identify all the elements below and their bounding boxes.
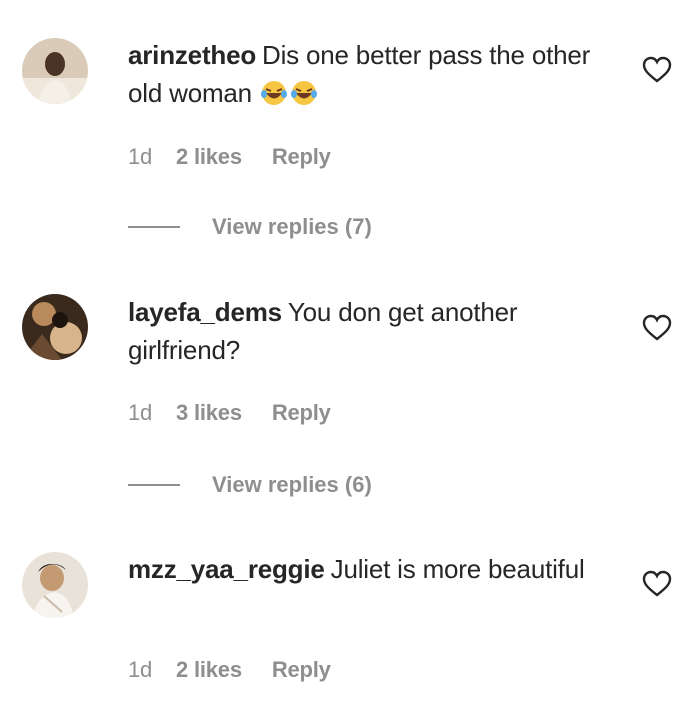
comment-time: 1d	[128, 144, 153, 169]
view-replies-label: View replies (6)	[212, 472, 372, 497]
likes-count[interactable]: 2 likes	[176, 144, 242, 169]
likes-count[interactable]: 2 likes	[176, 657, 242, 682]
comment-text: mzz_yaa_reggie Juliet is more beautiful	[128, 550, 608, 588]
comment-body: Juliet is more beautiful	[330, 554, 585, 584]
comment-meta: 1d 2 likes Reply	[128, 144, 355, 170]
view-replies-button[interactable]: View replies (7)	[128, 214, 372, 240]
reply-button[interactable]: Reply	[272, 400, 331, 425]
heart-icon[interactable]	[642, 314, 672, 342]
heart-icon[interactable]	[642, 570, 672, 598]
comment-meta: 1d 3 likes Reply	[128, 400, 355, 426]
laughing-emoji-icon	[289, 78, 319, 116]
comment-username[interactable]: layefa_dems	[128, 297, 282, 327]
laughing-emoji-icon	[259, 78, 289, 116]
likes-count[interactable]: 3 likes	[176, 400, 242, 425]
comment-time: 1d	[128, 400, 153, 425]
heart-icon[interactable]	[642, 56, 672, 84]
divider-line	[128, 226, 180, 228]
comment-meta: 1d 2 likes Reply	[128, 657, 355, 683]
comment-text: arinzetheo Dis one better pass the other …	[128, 36, 608, 116]
view-replies-button[interactable]: View replies (6)	[128, 472, 372, 498]
reply-button[interactable]: Reply	[272, 144, 331, 169]
avatar[interactable]	[22, 552, 88, 618]
reply-button[interactable]: Reply	[272, 657, 331, 682]
comment-username[interactable]: arinzetheo	[128, 40, 256, 70]
avatar[interactable]	[22, 294, 88, 360]
comment-username[interactable]: mzz_yaa_reggie	[128, 554, 325, 584]
view-replies-label: View replies (7)	[212, 214, 372, 239]
comment-text: layefa_dems You don get another girlfrien…	[128, 293, 608, 369]
comment-time: 1d	[128, 657, 153, 682]
divider-line	[128, 484, 180, 486]
avatar[interactable]	[22, 38, 88, 104]
